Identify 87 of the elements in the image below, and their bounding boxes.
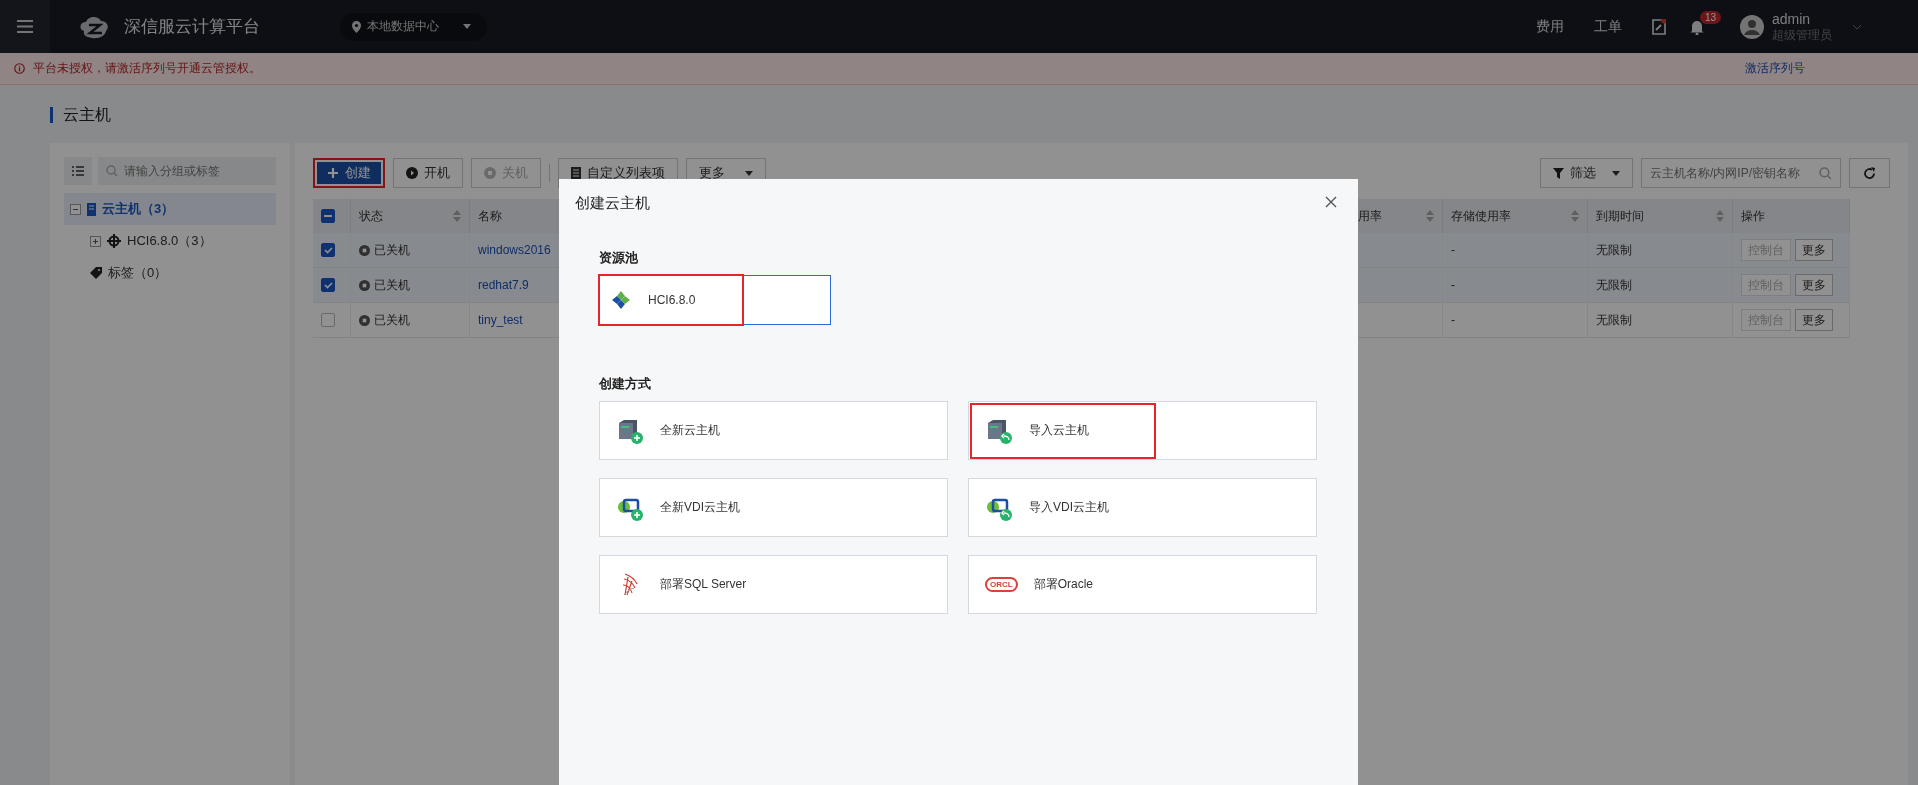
status-stopped-icon — [359, 314, 370, 326]
group-search-field[interactable]: 请输入分组或标签 — [98, 157, 276, 185]
create-method-option[interactable]: 全新VDI云主机 — [599, 478, 948, 537]
table-cell: - — [1443, 233, 1588, 268]
row-action-button[interactable]: 更多 — [1795, 239, 1833, 261]
vm-name-link[interactable]: windows2016 — [478, 243, 551, 257]
column-header: 存储使用率 — [1451, 207, 1511, 225]
tag-icon — [90, 267, 102, 279]
table-cell: - — [1443, 303, 1588, 338]
column-header: 状态 — [359, 207, 383, 225]
toolbar-button[interactable]: 创建 — [313, 158, 385, 188]
table-cell: 无限制 — [1588, 233, 1733, 268]
info-icon — [14, 63, 25, 74]
vm-search-field[interactable]: 云主机名称/内网IP/密钥名称 — [1641, 158, 1841, 188]
menu-button[interactable] — [0, 0, 50, 53]
list-tree-icon — [72, 166, 84, 176]
row-action-button[interactable]: 更多 — [1795, 309, 1833, 331]
location-dropdown[interactable]: 本地数据中心 — [340, 12, 487, 41]
status-text: 已关机 — [374, 276, 410, 294]
resource-pool-card[interactable]: HCI6.8.0 — [599, 275, 831, 325]
table-cell: 无限制 — [1588, 268, 1733, 303]
close-icon — [1325, 196, 1337, 208]
column-header: 用率 — [1358, 207, 1382, 225]
tree-item[interactable]: 云主机（3） — [64, 193, 276, 225]
expand-icon[interactable] — [90, 235, 101, 247]
plus-icon — [327, 167, 339, 179]
status-text: 已关机 — [374, 241, 410, 259]
tree-item[interactable]: 标签（0） — [64, 257, 276, 289]
column-header: 操作 — [1741, 207, 1765, 225]
column-header: 名称 — [478, 207, 502, 225]
license-warning: 平台未授权，请激活序列号开通云管授权。 — [33, 60, 261, 77]
create-method-option[interactable]: 全新云主机 — [599, 401, 948, 460]
toolbar-button[interactable]: 开机 — [393, 158, 463, 188]
filter-dropdown[interactable]: 筛选 — [1540, 158, 1633, 188]
create-method-option[interactable]: ORCL 部署Oracle — [968, 555, 1317, 614]
section-label: 资源池 — [599, 249, 639, 267]
minus-icon — [324, 215, 332, 217]
vm-name-link[interactable]: redhat7.9 — [478, 278, 529, 292]
document-icon[interactable] — [1652, 18, 1666, 35]
column-header: 到期时间 — [1596, 207, 1644, 225]
tree-label: 云主机（3） — [102, 200, 175, 218]
search-icon — [1819, 167, 1832, 180]
row-checkbox[interactable] — [321, 278, 335, 292]
select-all-checkbox[interactable] — [321, 209, 335, 223]
menu-icon — [17, 20, 33, 33]
oracle-logo: ORCL — [985, 577, 1018, 592]
tree-item[interactable]: HCI6.8.0（3） — [64, 225, 276, 257]
section-label: 创建方式 — [599, 375, 652, 393]
create-method-option[interactable]: 部署SQL Server — [599, 555, 948, 614]
notification-badge: 13 — [1700, 10, 1722, 24]
brand-name: 深信服云计算平台 — [124, 16, 260, 38]
bell-icon[interactable] — [1690, 18, 1704, 35]
top-nav-link[interactable]: 费用 — [1536, 17, 1564, 36]
status-stopped-icon — [359, 279, 370, 291]
tree-label: 标签（0） — [108, 264, 168, 282]
search-icon — [106, 165, 118, 177]
location-pin-icon — [352, 20, 361, 33]
refresh-icon — [1863, 166, 1876, 180]
page-title: 云主机 — [50, 107, 1918, 123]
top-nav-link[interactable]: 工单 — [1594, 17, 1622, 36]
caret-icon — [1612, 170, 1620, 176]
server-icon — [87, 202, 96, 216]
user-name: admin — [1772, 10, 1812, 27]
filter-icon — [1553, 167, 1564, 179]
play-icon — [406, 167, 418, 179]
tree-label: HCI6.8.0（3） — [127, 232, 212, 250]
activate-link[interactable]: 激活序列号 — [1745, 60, 1805, 77]
create-method-option[interactable]: 导入云主机 — [968, 401, 1317, 460]
status-text: 已关机 — [374, 311, 410, 329]
table-cell: 无限制 — [1588, 303, 1733, 338]
row-checkbox[interactable] — [321, 313, 335, 327]
vm-name-link[interactable]: tiny_test — [478, 313, 523, 327]
row-checkbox[interactable] — [321, 243, 335, 257]
stop-icon — [484, 167, 496, 179]
collapse-icon[interactable] — [70, 203, 81, 215]
hci-logo-icon — [612, 291, 630, 309]
table-cell: - — [1443, 268, 1588, 303]
refresh-button[interactable] — [1849, 158, 1890, 188]
status-stopped-icon — [359, 244, 370, 256]
dialog-title: 创建云主机 — [575, 192, 651, 213]
caret-icon — [745, 170, 753, 176]
caret-icon — [463, 24, 471, 29]
row-action-button[interactable]: 更多 — [1795, 274, 1833, 296]
avatar-icon[interactable] — [1740, 14, 1764, 39]
create-method-option[interactable]: 导入VDI云主机 — [968, 478, 1317, 537]
tree-toggle-button[interactable] — [64, 157, 92, 185]
cluster-icon — [107, 234, 121, 248]
